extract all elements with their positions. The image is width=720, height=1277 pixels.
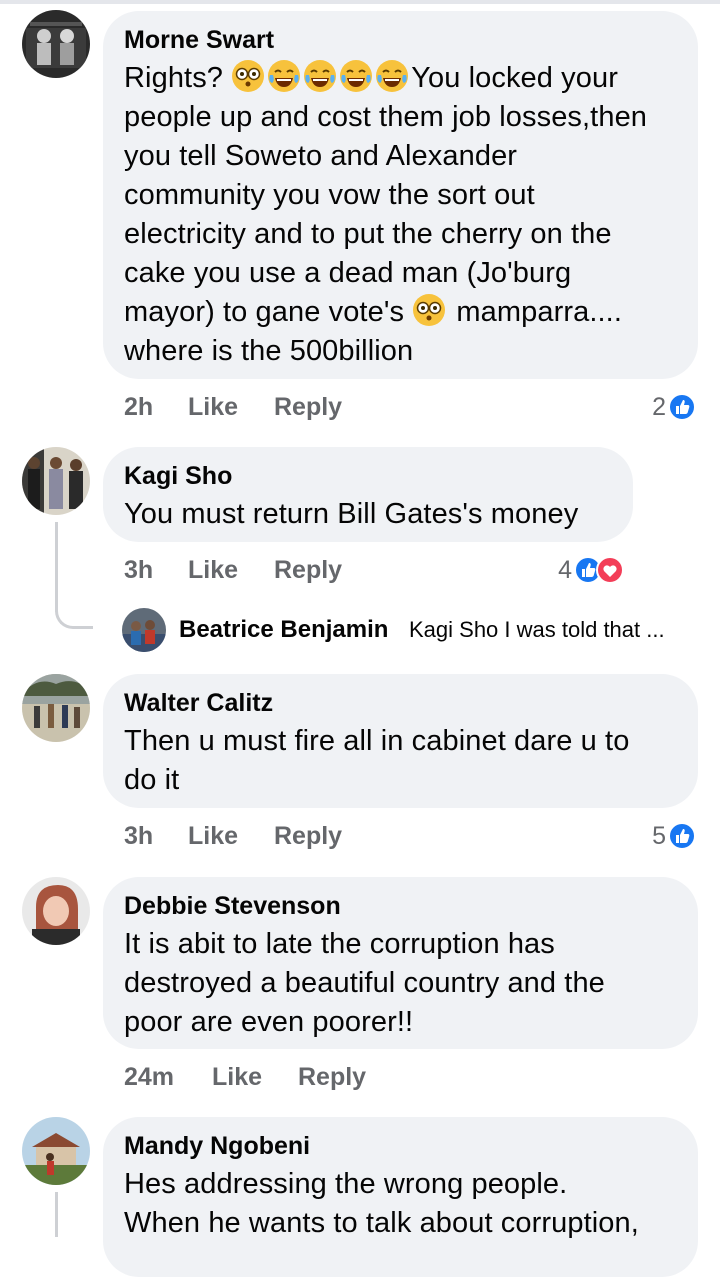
- reaction-count: 4: [558, 556, 572, 584]
- comment-author[interactable]: Debbie Stevenson: [124, 891, 676, 921]
- comment-author[interactable]: Kagi Sho: [124, 461, 611, 491]
- comment-time[interactable]: 3h: [124, 821, 153, 851]
- comment-text: Then u must fire all in cabinet dare u t…: [124, 725, 630, 796]
- reaction-summary[interactable]: 5: [652, 821, 698, 851]
- like-button[interactable]: Like: [188, 555, 238, 585]
- avatar[interactable]: [22, 1117, 90, 1185]
- tears-of-joy-icon: [268, 60, 301, 92]
- reaction-summary[interactable]: 4: [558, 555, 632, 585]
- flushed-face-icon: [413, 294, 446, 326]
- comment-author[interactable]: Walter Calitz: [124, 688, 676, 718]
- reply-button[interactable]: Reply: [274, 392, 342, 422]
- thread-line: [55, 609, 93, 629]
- comment-text: It is abit to late the corruption has des…: [124, 928, 605, 1038]
- avatar[interactable]: [22, 674, 90, 742]
- flushed-face-icon: [232, 60, 265, 92]
- top-divider: [0, 0, 720, 4]
- tears-of-joy-icon: [340, 60, 373, 92]
- comment-text: You must return Bill Gates's money: [124, 498, 579, 530]
- comment-time[interactable]: 3h: [124, 555, 153, 585]
- comment-time[interactable]: 2h: [124, 392, 153, 422]
- tears-of-joy-icon: [376, 60, 409, 92]
- thread-line: [55, 522, 58, 612]
- like-icon: [668, 822, 696, 850]
- comment-author[interactable]: Morne Swart: [124, 25, 676, 55]
- comment-bubble: Mandy Ngobeni Hes addressing the wrong p…: [103, 1117, 698, 1277]
- reply-author[interactable]: Beatrice Benjamin: [179, 616, 388, 644]
- comment-actions: 24m Like Reply: [124, 1062, 524, 1092]
- comment-time[interactable]: 24m: [124, 1062, 174, 1092]
- reply-button[interactable]: Reply: [274, 821, 342, 851]
- comment-text: Hes addressing the wrong people. When he …: [124, 1168, 639, 1239]
- comment-author[interactable]: Mandy Ngobeni: [124, 1131, 676, 1161]
- tears-of-joy-icon: [304, 60, 337, 92]
- love-icon: [596, 556, 624, 584]
- reaction-count: 5: [652, 822, 666, 850]
- comment-bubble: Walter Calitz Then u must fire all in ca…: [103, 674, 698, 808]
- reply-button[interactable]: Reply: [298, 1062, 366, 1092]
- avatar[interactable]: [22, 10, 90, 78]
- comment-actions: 3h Like Reply: [124, 555, 524, 585]
- avatar[interactable]: [22, 877, 90, 945]
- avatar: [122, 608, 166, 652]
- comment-bubble: Debbie Stevenson It is abit to late the …: [103, 877, 698, 1049]
- reply-button[interactable]: Reply: [274, 555, 342, 585]
- comment-actions: 3h Like Reply: [124, 821, 524, 851]
- comment-actions: 2h Like Reply: [124, 392, 624, 422]
- avatar[interactable]: [22, 447, 90, 515]
- thread-line: [55, 1192, 58, 1237]
- comment-bubble: Morne Swart Rights? You locked your peopl…: [103, 11, 698, 379]
- comment-text: Rights? You locked your people up and cos…: [124, 59, 676, 371]
- comment-bubble: Kagi Sho You must return Bill Gates's mo…: [103, 447, 633, 542]
- like-button[interactable]: Like: [212, 1062, 262, 1092]
- like-icon: [668, 393, 696, 421]
- reply-snippet[interactable]: Kagi Sho I was told that ...: [409, 617, 665, 643]
- reaction-count: 2: [652, 393, 666, 421]
- like-button[interactable]: Like: [188, 392, 238, 422]
- like-button[interactable]: Like: [188, 821, 238, 851]
- reaction-summary[interactable]: 2: [652, 392, 698, 422]
